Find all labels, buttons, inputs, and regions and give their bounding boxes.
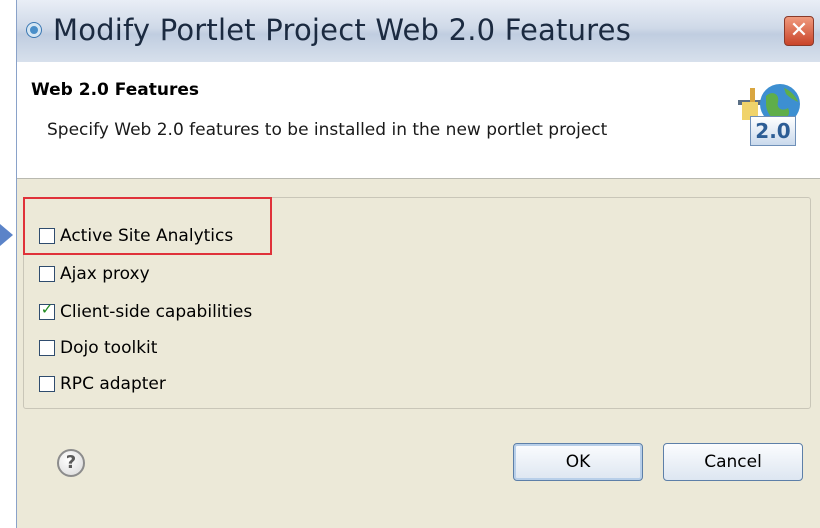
window-title: Modify Portlet Project Web 2.0 Features (53, 13, 632, 47)
feature-checkbox[interactable]: ✓ (39, 300, 55, 320)
help-icon[interactable]: ? (57, 449, 85, 477)
window-icon (27, 23, 41, 37)
banner-description: Specify Web 2.0 features to be installed… (47, 120, 608, 140)
modify-web20-features-dialog: Modify Portlet Project Web 2.0 Features … (16, 0, 820, 528)
checkmark-icon: ✓ (40, 300, 54, 318)
feature-label: Client-side capabilities (60, 302, 253, 322)
feature-option[interactable]: Ajax proxy (39, 260, 150, 288)
web20-features-icon: 2.0 (736, 76, 802, 146)
feature-option[interactable]: RPC adapter (39, 370, 166, 398)
cancel-button[interactable]: Cancel (663, 443, 803, 481)
feature-checkbox[interactable] (39, 376, 55, 392)
title-bar[interactable]: Modify Portlet Project Web 2.0 Features … (17, 0, 820, 63)
feature-label: Active Site Analytics (60, 226, 234, 246)
close-button[interactable]: ✕ (784, 16, 814, 46)
feature-label: Ajax proxy (60, 264, 150, 284)
pointer-arrow-icon (0, 224, 13, 246)
feature-checkbox[interactable] (39, 266, 55, 282)
feature-checkbox[interactable] (39, 228, 55, 244)
screenshot-canvas: Modify Portlet Project Web 2.0 Features … (0, 0, 820, 528)
feature-label: Dojo toolkit (60, 338, 158, 358)
feature-checkbox[interactable] (39, 340, 55, 356)
feature-option[interactable]: ✓ Client-side capabilities (39, 298, 252, 326)
feature-option[interactable]: Active Site Analytics (39, 222, 233, 250)
feature-option[interactable]: Dojo toolkit (39, 334, 157, 362)
wizard-banner: Web 2.0 Features Specify Web 2.0 feature… (17, 62, 820, 179)
version-badge: 2.0 (750, 116, 796, 146)
ok-button[interactable]: OK (513, 443, 643, 481)
feature-label: RPC adapter (60, 374, 166, 394)
banner-heading: Web 2.0 Features (31, 80, 199, 100)
